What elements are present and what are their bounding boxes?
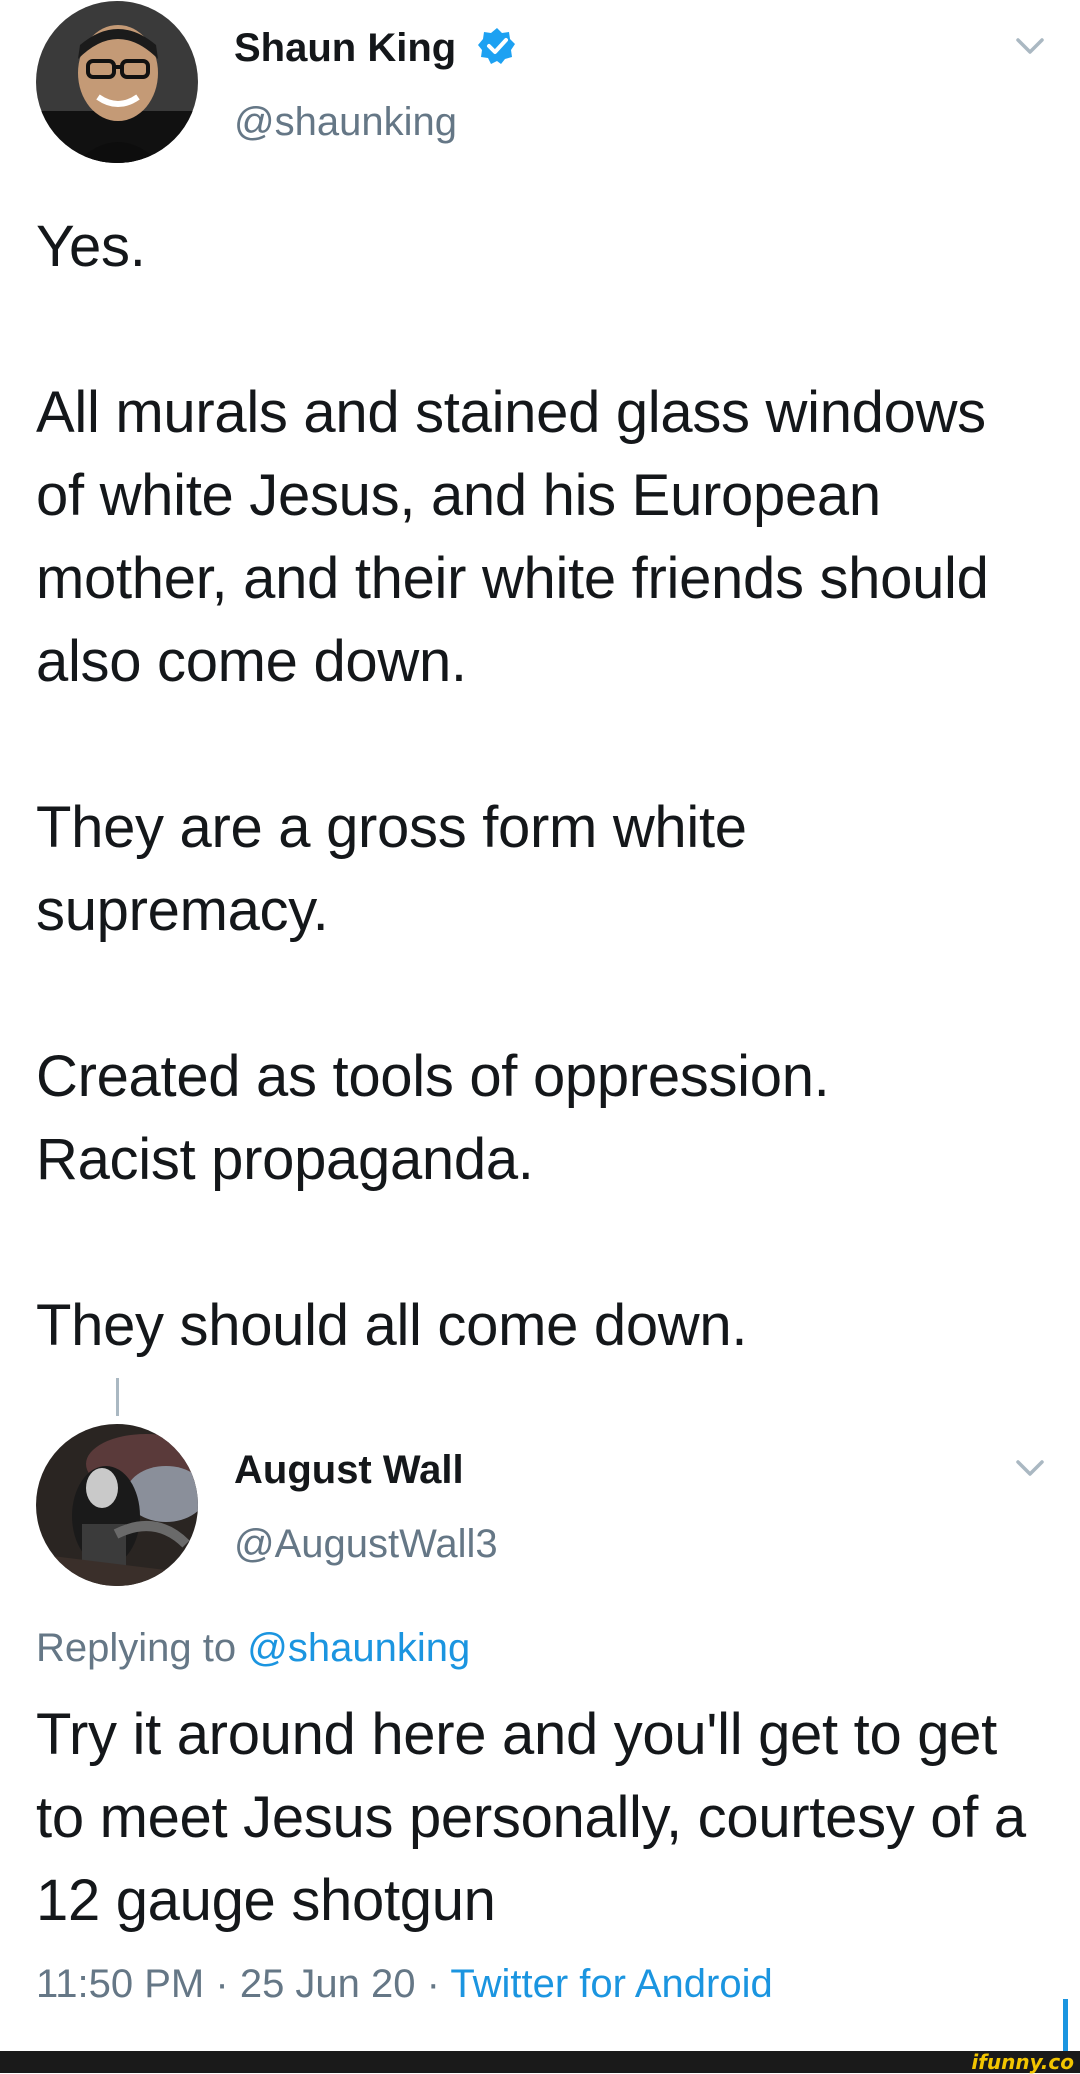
replying-to-handle-link[interactable]: @shaunking <box>247 1626 470 1670</box>
avatar-photo <box>36 1424 198 1586</box>
replying-to-label: Replying to <box>36 1626 237 1670</box>
author-name[interactable]: Shaun King <box>234 24 517 72</box>
tweet-source-link[interactable]: Twitter for Android <box>450 1962 772 2006</box>
footer-accent-bar <box>1063 1999 1068 2051</box>
tweet-paragraph: They are a gross form white supremacy. <box>36 795 747 943</box>
reply-author-name[interactable]: August Wall <box>234 1446 464 1494</box>
tweet-paragraph: All murals and stained glass windows of … <box>36 380 989 694</box>
avatar-photo <box>36 1 198 163</box>
tweet-time[interactable]: 11:50 PM <box>36 1962 204 2006</box>
tweet-body: Yes. All murals and stained glass window… <box>36 205 1046 1367</box>
meta-separator: · <box>215 1962 229 2006</box>
reply-text: Try it around here and you'll get to get… <box>36 1702 1026 1933</box>
replying-to-line: Replying to @shaunking <box>36 1624 470 1672</box>
thread-connector-line <box>116 1378 119 1416</box>
reply-author-handle[interactable]: @AugustWall3 <box>234 1520 498 1568</box>
watermark-bar <box>0 2051 1080 2073</box>
chevron-down-icon[interactable] <box>1010 26 1050 66</box>
ifunny-watermark: ifunny.co <box>971 2050 1074 2074</box>
shaun-king-avatar[interactable] <box>36 1 198 163</box>
author-handle[interactable]: @shaunking <box>234 98 457 146</box>
verified-badge-icon <box>478 28 516 65</box>
tweet-metadata: 11:50 PM · 25 Jun 20 · Twitter for Andro… <box>36 1960 773 2008</box>
tweet-paragraph: Yes. <box>36 214 146 279</box>
tweet-paragraph: Created as tools of oppression. Racist p… <box>36 1044 830 1192</box>
august-wall-avatar[interactable] <box>36 1424 198 1586</box>
tweet-paragraph: They should all come down. <box>36 1293 748 1358</box>
reply-body: Try it around here and you'll get to get… <box>36 1693 1046 1942</box>
chevron-down-icon[interactable] <box>1010 1448 1050 1488</box>
author-name-text: Shaun King <box>234 26 457 70</box>
meta-separator: · <box>426 1962 440 2006</box>
tweet-date[interactable]: 25 Jun 20 <box>240 1962 416 2006</box>
